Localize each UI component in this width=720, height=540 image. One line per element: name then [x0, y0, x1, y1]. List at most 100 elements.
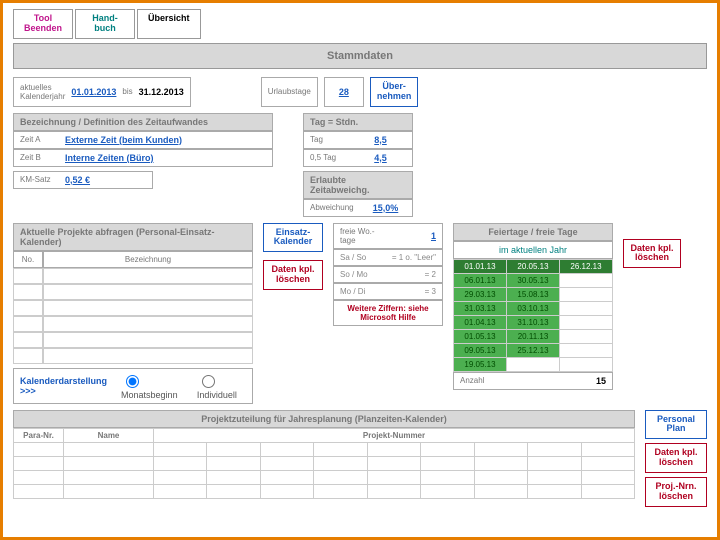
alloc-cell[interactable]: [528, 470, 581, 484]
km-value[interactable]: 0,52 €: [65, 175, 146, 185]
alloc-cell[interactable]: [14, 442, 64, 456]
feiertag-cell[interactable]: 03.10.13: [507, 301, 560, 315]
projnrn-loeschen-button[interactable]: Proj.-Nrn. löschen: [645, 477, 707, 507]
alloc-cell[interactable]: [207, 442, 260, 456]
feiertag-cell[interactable]: [560, 329, 613, 343]
wotage-value[interactable]: 1: [431, 231, 436, 241]
alloc-cell[interactable]: [528, 456, 581, 470]
feiertag-cell[interactable]: [560, 343, 613, 357]
feiertag-cell[interactable]: 29.03.13: [454, 287, 507, 301]
alloc-cell[interactable]: [367, 456, 420, 470]
alloc-cell[interactable]: [581, 470, 635, 484]
feiertag-cell[interactable]: [560, 287, 613, 301]
alloc-cell[interactable]: [64, 470, 154, 484]
alloc-cell[interactable]: [64, 456, 154, 470]
feiertag-cell[interactable]: 01.04.13: [454, 315, 507, 329]
feiertag-cell[interactable]: 01.01.13: [454, 259, 507, 273]
proj-cell[interactable]: [43, 332, 253, 348]
alloc-cell[interactable]: [581, 484, 635, 498]
alloc-cell[interactable]: [260, 442, 313, 456]
urlaub-value[interactable]: 28: [324, 77, 364, 107]
radio-monatsbeginn[interactable]: Monatsbeginn: [121, 372, 183, 400]
uebernehmen-button[interactable]: Über- nehmen: [370, 77, 419, 107]
proj-cell[interactable]: [13, 332, 43, 348]
einsatz-kalender-button[interactable]: Einsatz- Kalender: [263, 223, 323, 253]
alloc-cell[interactable]: [421, 442, 474, 456]
alloc-cell[interactable]: [207, 470, 260, 484]
alloc-cell[interactable]: [367, 484, 420, 498]
daten-loeschen-button[interactable]: Daten kpl. löschen: [263, 260, 323, 290]
feiertag-cell[interactable]: 06.01.13: [454, 273, 507, 287]
feiertag-cell[interactable]: 01.05.13: [454, 329, 507, 343]
feiertag-cell[interactable]: 20.11.13: [507, 329, 560, 343]
alloc-cell[interactable]: [474, 470, 527, 484]
feiertag-cell[interactable]: [560, 357, 613, 371]
alloc-cell[interactable]: [207, 456, 260, 470]
tab-tool-beenden[interactable]: Tool Beenden: [13, 9, 73, 39]
side-loeschen-button[interactable]: Daten kpl. löschen: [645, 443, 707, 473]
feiertag-cell[interactable]: 26.12.13: [560, 259, 613, 273]
proj-cell[interactable]: [13, 316, 43, 332]
alloc-cell[interactable]: [260, 470, 313, 484]
feiertag-cell[interactable]: 31.03.13: [454, 301, 507, 315]
alloc-cell[interactable]: [14, 456, 64, 470]
proj-cell[interactable]: [43, 284, 253, 300]
radio-individuell[interactable]: Individuell: [197, 372, 246, 400]
feiertag-cell[interactable]: 25.12.13: [507, 343, 560, 357]
alloc-cell[interactable]: [314, 484, 367, 498]
feiertag-cell[interactable]: [560, 273, 613, 287]
feiertag-cell[interactable]: 19.05.13: [454, 357, 507, 371]
alloc-cell[interactable]: [260, 456, 313, 470]
alloc-cell[interactable]: [581, 456, 635, 470]
alloc-cell[interactable]: [314, 470, 367, 484]
alloc-cell[interactable]: [154, 456, 207, 470]
alloc-cell[interactable]: [421, 484, 474, 498]
alloc-cell[interactable]: [474, 456, 527, 470]
alloc-cell[interactable]: [154, 484, 207, 498]
proj-cell[interactable]: [13, 284, 43, 300]
alloc-cell[interactable]: [14, 470, 64, 484]
feiertag-cell[interactable]: 15.08.13: [507, 287, 560, 301]
proj-cell[interactable]: [13, 268, 43, 284]
alloc-cell[interactable]: [367, 442, 420, 456]
proj-cell[interactable]: [43, 316, 253, 332]
tab-ubersicht[interactable]: Übersicht: [137, 9, 201, 39]
proj-cell[interactable]: [43, 300, 253, 316]
proj-cell[interactable]: [43, 268, 253, 284]
feiertag-cell[interactable]: [507, 357, 560, 371]
tag-full-value[interactable]: 8,5: [355, 135, 406, 145]
feiertag-cell[interactable]: 09.05.13: [454, 343, 507, 357]
zeit-a-value[interactable]: Externe Zeit (beim Kunden): [65, 135, 266, 145]
feiertag-cell[interactable]: 31.10.13: [507, 315, 560, 329]
alloc-cell[interactable]: [474, 484, 527, 498]
alloc-cell[interactable]: [64, 484, 154, 498]
tag-half-value[interactable]: 4,5: [355, 153, 406, 163]
feiertag-cell[interactable]: [560, 301, 613, 315]
alloc-cell[interactable]: [64, 442, 154, 456]
alloc-cell[interactable]: [154, 470, 207, 484]
alloc-cell[interactable]: [528, 442, 581, 456]
proj-cell[interactable]: [43, 348, 253, 364]
zeit-b-value[interactable]: Interne Zeiten (Büro): [65, 153, 266, 163]
alloc-cell[interactable]: [367, 470, 420, 484]
alloc-cell[interactable]: [474, 442, 527, 456]
tab-handbuch[interactable]: Hand- buch: [75, 9, 135, 39]
alloc-cell[interactable]: [14, 484, 64, 498]
alloc-cell[interactable]: [314, 442, 367, 456]
alloc-cell[interactable]: [421, 456, 474, 470]
feiertag-cell[interactable]: 20.05.13: [507, 259, 560, 273]
proj-cell[interactable]: [13, 300, 43, 316]
year-from[interactable]: 01.01.2013: [71, 87, 116, 97]
personal-plan-button[interactable]: Personal Plan: [645, 410, 707, 440]
alloc-cell[interactable]: [528, 484, 581, 498]
feier-loeschen-button[interactable]: Daten kpl. löschen: [623, 239, 681, 269]
alloc-cell[interactable]: [154, 442, 207, 456]
feiertag-cell[interactable]: 30.05.13: [507, 273, 560, 287]
alloc-cell[interactable]: [260, 484, 313, 498]
alloc-cell[interactable]: [207, 484, 260, 498]
proj-cell[interactable]: [13, 348, 43, 364]
alloc-cell[interactable]: [421, 470, 474, 484]
alloc-cell[interactable]: [581, 442, 635, 456]
abw-value[interactable]: 15,0%: [365, 203, 406, 213]
feiertag-cell[interactable]: [560, 315, 613, 329]
